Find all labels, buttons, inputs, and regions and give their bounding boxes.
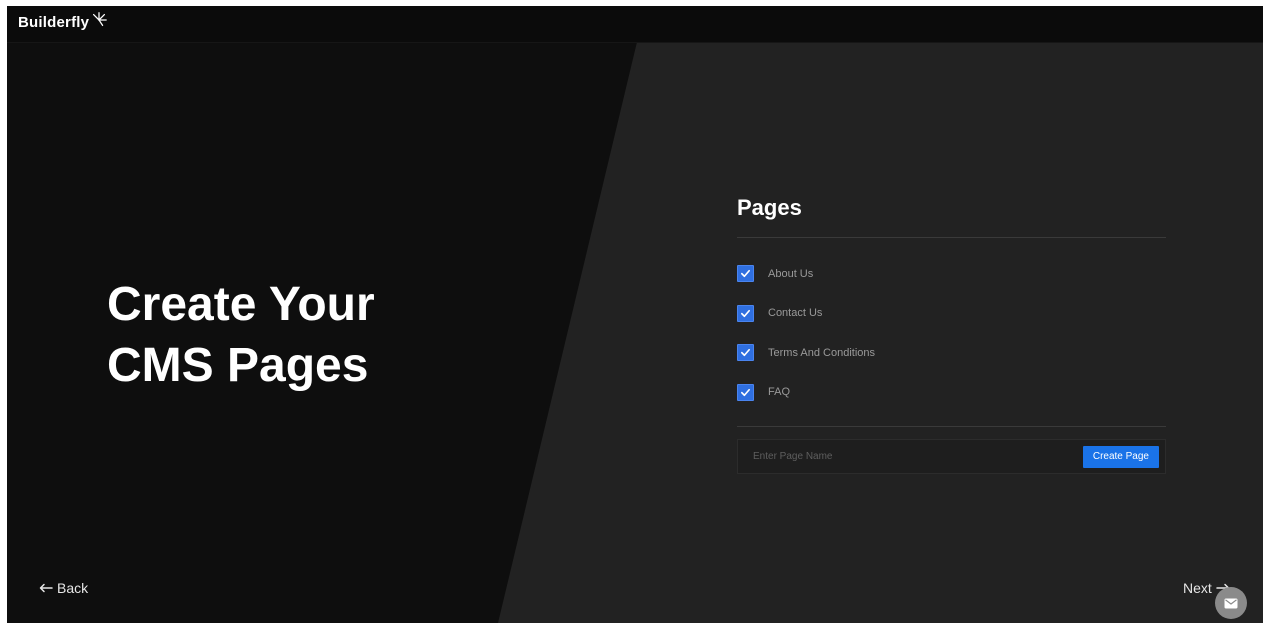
back-label: Back: [57, 580, 89, 596]
pages-panel: Pages About Us Contact Us Terms And Cond…: [737, 192, 1166, 474]
checkbox-label: Contact Us: [768, 307, 823, 320]
brand-logo[interactable]: Builderfly: [18, 11, 108, 31]
checkbox-faq[interactable]: [737, 383, 754, 401]
checkmark-icon: [741, 309, 750, 317]
create-page-form: Create Page: [737, 439, 1166, 474]
mail-icon: [1224, 598, 1238, 608]
checkbox-label: About Us: [768, 267, 814, 280]
spark-star-icon: [93, 11, 108, 26]
checkmark-icon: [741, 349, 750, 357]
page-name-input[interactable]: [738, 439, 1083, 474]
list-item: FAQ: [737, 373, 1166, 413]
checkmark-icon: [741, 388, 750, 396]
app-frame: Builderfly Create Your CMS Pages Pages A…: [7, 6, 1263, 623]
pages-checklist: About Us Contact Us Terms And Conditions…: [737, 254, 1166, 412]
hero-heading: Create Your CMS Pages: [107, 274, 375, 396]
chat-launcher-button[interactable]: [1215, 587, 1247, 619]
checkbox-label: FAQ: [768, 386, 791, 399]
create-page-button[interactable]: Create Page: [1082, 445, 1159, 468]
pages-title: Pages: [737, 195, 802, 220]
arrow-left-icon: [39, 583, 53, 593]
back-button[interactable]: Back: [39, 580, 88, 596]
checkbox-contact-us[interactable]: [737, 304, 754, 322]
checkmark-icon: [741, 270, 750, 278]
list-item: Contact Us: [737, 294, 1166, 334]
hero-line-1: Create Your: [107, 278, 375, 331]
top-bar: Builderfly: [7, 6, 1263, 43]
checkbox-label: Terms And Conditions: [768, 346, 875, 359]
divider: [737, 426, 1166, 427]
brand-name: Builderfly: [18, 14, 90, 31]
checkbox-about-us[interactable]: [737, 265, 754, 283]
list-item: About Us: [737, 254, 1166, 294]
hero-line-2: CMS Pages: [107, 339, 369, 392]
divider: [737, 237, 1166, 238]
next-label: Next: [1183, 580, 1212, 596]
list-item: Terms And Conditions: [737, 333, 1166, 373]
checkbox-terms-and-conditions[interactable]: [737, 344, 754, 362]
